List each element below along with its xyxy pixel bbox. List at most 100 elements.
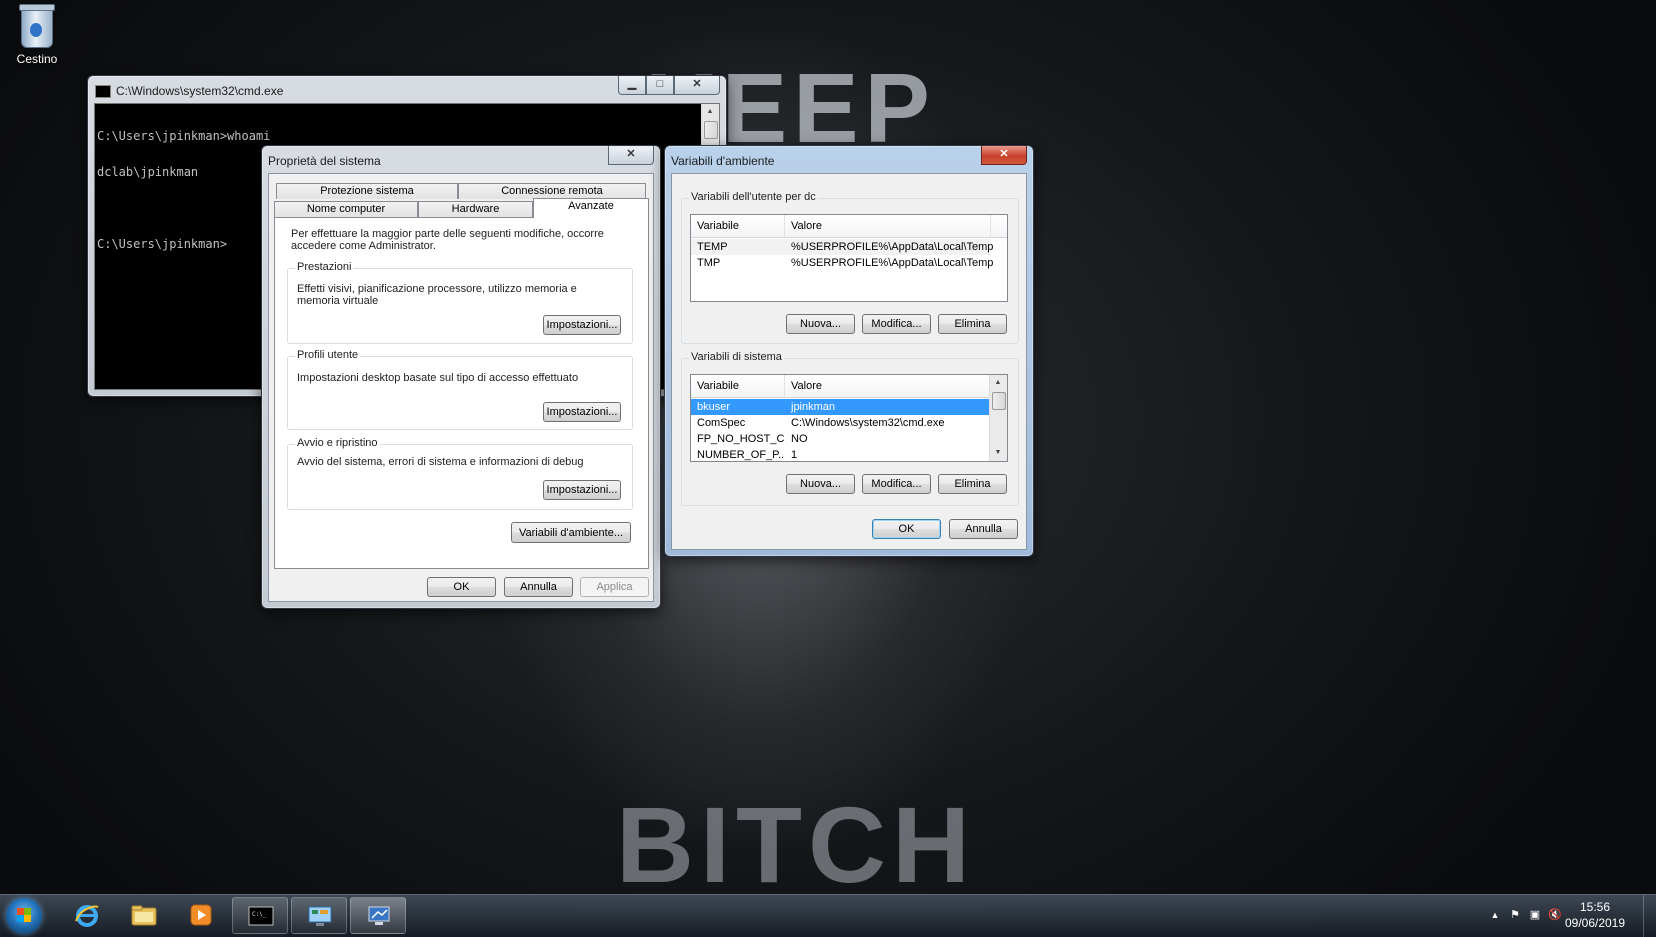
- wallpaper-text-bitch: BITCH: [616, 784, 976, 905]
- maximize-icon: □: [656, 78, 664, 90]
- system-new-button[interactable]: Nuova...: [786, 474, 855, 494]
- scroll-down-arrow-icon[interactable]: ▼: [990, 445, 1006, 461]
- user-variable-row[interactable]: TMP %USERPROFILE%\AppData\Local\Temp: [691, 255, 994, 271]
- show-desktop-button[interactable]: [1643, 895, 1656, 937]
- close-icon: ✕: [999, 148, 1009, 160]
- group-label-avvio-ripristino: Avvio e ripristino: [295, 437, 380, 449]
- cmd-title: C:\Windows\system32\cmd.exe: [116, 84, 284, 98]
- admin-intro-text: Per effettuare la maggior parte delle se…: [291, 228, 604, 252]
- group-system-variables: Variabili di sistema Variabile Valore bk…: [681, 351, 1019, 506]
- cmd-titlebar[interactable]: C:\Windows\system32\cmd.exe ▁ □ ✕: [94, 76, 720, 100]
- system-delete-button[interactable]: Elimina: [938, 474, 1007, 494]
- system-properties-cancel-button[interactable]: Annulla: [504, 577, 573, 597]
- cmd-maximize-button[interactable]: □: [646, 76, 674, 95]
- taskbar-cmd[interactable]: C:\_: [232, 897, 288, 934]
- column-valore[interactable]: Valore: [785, 215, 991, 237]
- action-center-flag-icon[interactable]: ⚑: [1508, 908, 1522, 922]
- start-button[interactable]: [6, 898, 42, 934]
- system-variables-scrollbar[interactable]: ▲ ▼: [989, 375, 1007, 461]
- variable-value: %USERPROFILE%\AppData\Local\Temp: [791, 241, 994, 253]
- system-properties-client: Protezione sistema Connessione remota No…: [268, 173, 654, 602]
- tab-connessione-remota[interactable]: Connessione remota: [458, 183, 646, 199]
- profili-utente-settings-button[interactable]: Impostazioni...: [543, 402, 621, 422]
- system-tray: ▲ ⚑ ▣ 🔇 15:56 09/06/2019: [1476, 895, 1656, 937]
- system-properties-titlebar[interactable]: Proprietà del sistema ✕: [268, 146, 654, 170]
- cmd-minimize-button[interactable]: ▁: [618, 76, 646, 95]
- system-variable-row-selected[interactable]: bkuser jpinkman: [691, 399, 991, 415]
- taskbar-internet-explorer[interactable]: [59, 897, 115, 934]
- minimize-icon: ▁: [627, 78, 637, 90]
- user-new-button[interactable]: Nuova...: [786, 314, 855, 334]
- system-properties-ok-button[interactable]: OK: [427, 577, 496, 597]
- system-properties-window[interactable]: Proprietà del sistema ✕ Protezione siste…: [261, 145, 661, 609]
- variable-name: TMP: [697, 257, 721, 269]
- variable-value: 1: [791, 449, 798, 461]
- cmd-icon: C:\_: [248, 906, 274, 926]
- column-valore[interactable]: Valore: [785, 375, 992, 397]
- close-icon: ✕: [692, 78, 702, 90]
- system-variable-row[interactable]: ComSpec C:\Windows\system32\cmd.exe: [691, 415, 991, 431]
- user-delete-button[interactable]: Elimina: [938, 314, 1007, 334]
- recycle-bin-desktop-icon[interactable]: Cestino: [10, 4, 64, 66]
- variable-name: ComSpec: [697, 417, 746, 429]
- system-edit-button[interactable]: Modifica...: [862, 474, 931, 494]
- column-variabile[interactable]: Variabile: [691, 215, 785, 237]
- system-variable-row[interactable]: FP_NO_HOST_C... NO: [691, 431, 991, 447]
- variable-name: bkuser: [697, 401, 731, 413]
- system-variables-scroll-thumb[interactable]: [992, 392, 1006, 410]
- avvio-ripristino-settings-button[interactable]: Impostazioni...: [543, 480, 621, 500]
- taskbar: C:\_ ▲ ⚑ ▣ 🔇 15:56 09/06/2019: [0, 894, 1656, 937]
- environment-variables-close-button[interactable]: ✕: [981, 146, 1027, 165]
- folder-icon: [131, 905, 157, 926]
- windows-logo-icon: [17, 908, 31, 922]
- tab-page-avanzate: Per effettuare la maggior parte delle se…: [274, 217, 649, 569]
- group-profili-utente: Profili utente Impostazioni desktop basa…: [287, 349, 633, 430]
- clock-date: 09/06/2019: [1564, 916, 1626, 930]
- group-label-prestazioni: Prestazioni: [295, 261, 354, 273]
- cmd-scroll-thumb[interactable]: [704, 121, 718, 139]
- user-variable-row[interactable]: TEMP %USERPROFILE%\AppData\Local\Temp: [691, 239, 994, 255]
- taskbar-control-panel[interactable]: [291, 897, 347, 934]
- media-player-icon: [190, 904, 212, 926]
- tab-protezione-sistema[interactable]: Protezione sistema: [276, 183, 458, 199]
- taskbar-system-properties[interactable]: [350, 897, 406, 934]
- recycle-bin-label: Cestino: [16, 52, 58, 66]
- scroll-up-arrow-icon[interactable]: ▲: [702, 104, 718, 120]
- environment-variables-cancel-button[interactable]: Annulla: [949, 519, 1018, 539]
- system-properties-close-button[interactable]: ✕: [608, 146, 654, 165]
- group-label-profili-utente: Profili utente: [295, 349, 361, 361]
- environment-variables-titlebar[interactable]: Variabili d'ambiente ✕: [671, 146, 1027, 170]
- show-hidden-icons-button[interactable]: ▲: [1488, 908, 1502, 922]
- system-properties-apply-button[interactable]: Applica: [580, 577, 649, 597]
- recycle-bin-icon: [19, 4, 55, 48]
- cmd-close-button[interactable]: ✕: [674, 76, 720, 95]
- environment-variables-window[interactable]: Variabili d'ambiente ✕ Variabili dell'ut…: [664, 145, 1034, 557]
- environment-variables-button[interactable]: Variabili d'ambiente...: [511, 522, 631, 543]
- column-variabile[interactable]: Variabile: [691, 375, 785, 397]
- environment-variables-client: Variabili dell'utente per dc Variabile V…: [671, 173, 1027, 550]
- avvio-ripristino-description: Avvio del sistema, errori di sistema e i…: [297, 456, 584, 468]
- tab-nome-computer[interactable]: Nome computer: [274, 201, 418, 217]
- svg-text:C:\_: C:\_: [252, 911, 267, 918]
- environment-variables-ok-button[interactable]: OK: [872, 519, 941, 539]
- taskbar-clock[interactable]: 15:56 09/06/2019: [1560, 899, 1630, 931]
- taskbar-media-player[interactable]: [173, 897, 229, 934]
- prestazioni-settings-button[interactable]: Impostazioni...: [543, 315, 621, 335]
- close-icon: ✕: [626, 148, 636, 160]
- tab-avanzate[interactable]: Avanzate: [533, 198, 649, 218]
- user-edit-button[interactable]: Modifica...: [862, 314, 931, 334]
- taskbar-windows-explorer[interactable]: [116, 897, 172, 934]
- tab-hardware[interactable]: Hardware: [418, 201, 533, 217]
- variable-value: %USERPROFILE%\AppData\Local\Temp: [791, 257, 994, 269]
- network-icon[interactable]: ▣: [1528, 908, 1542, 922]
- system-variables-header: Variabile Valore: [691, 375, 1007, 398]
- scroll-up-arrow-icon[interactable]: ▲: [990, 375, 1006, 391]
- system-variables-list[interactable]: Variabile Valore bkuser jpinkman ComSpec…: [690, 374, 1008, 462]
- variable-name: NUMBER_OF_P...: [697, 449, 785, 461]
- system-properties-title: Proprietà del sistema: [268, 154, 381, 168]
- system-properties-icon: [368, 906, 390, 925]
- system-variable-row[interactable]: NUMBER_OF_P... 1: [691, 447, 991, 461]
- internet-explorer-icon: [75, 905, 99, 927]
- user-variables-list[interactable]: Variabile Valore TEMP %USERPROFILE%\AppD…: [690, 214, 1008, 302]
- cmd-line: C:\Users\jpinkman>whoami: [97, 129, 271, 143]
